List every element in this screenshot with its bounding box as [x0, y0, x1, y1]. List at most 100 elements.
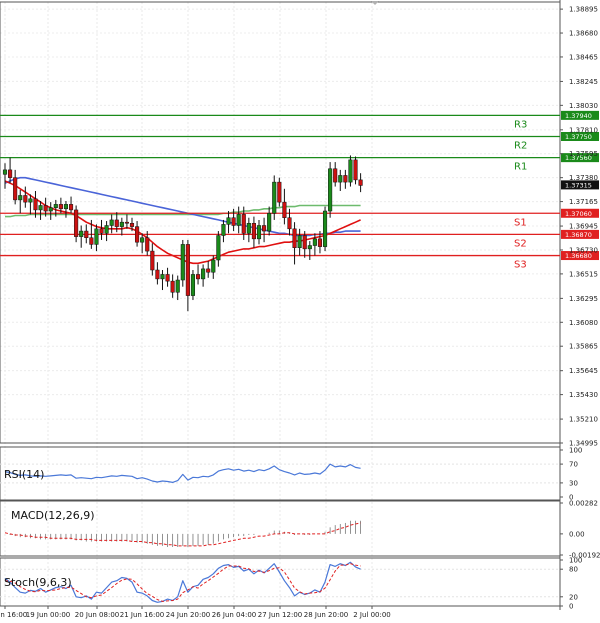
forex-chart[interactable]: R31.37940R21.37750R11.37560S11.37060S21.… — [0, 0, 600, 623]
candle-body — [180, 244, 185, 281]
candle-body — [216, 235, 221, 261]
macd-tick-label: 0.00282 — [569, 500, 598, 508]
rsi-tick-label: 70 — [569, 461, 578, 469]
candle-body — [58, 204, 63, 210]
candle-body — [135, 226, 140, 243]
candle-body — [119, 221, 124, 227]
candle-body — [297, 235, 302, 249]
candle-body — [343, 175, 348, 183]
price-tick-label: 1.38245 — [569, 78, 598, 86]
candle-body — [175, 279, 180, 293]
candle-body — [211, 259, 216, 273]
candle-body — [302, 235, 307, 250]
time-tick-label: 19 Jun 00:00 — [26, 611, 70, 619]
candle-body — [221, 224, 226, 236]
candle-body — [277, 181, 282, 203]
time-tick-label: 24 Jun 20:00 — [166, 611, 210, 619]
level-label-s2: S2 — [514, 238, 527, 249]
price-tick-label: 1.38030 — [569, 102, 598, 110]
candle — [328, 162, 333, 218]
candle-body — [28, 198, 33, 203]
time-tick-label: 26 Jun 04:00 — [212, 611, 256, 619]
candle-body — [282, 201, 287, 218]
price-tick-label: 1.38680 — [569, 30, 598, 38]
candle-body — [348, 159, 353, 183]
current-price-label: 1.37315 — [565, 181, 592, 189]
candle — [190, 270, 196, 301]
candle-body — [201, 268, 206, 280]
price-tick-label: 1.35430 — [569, 391, 598, 399]
time-tick-label: 2 Jul 00:00 — [353, 611, 391, 619]
price-tick-label: 1.36945 — [569, 223, 598, 231]
candle-body — [241, 214, 246, 234]
candle-body — [185, 244, 190, 296]
candle-body — [190, 274, 196, 296]
candle-body — [33, 198, 38, 211]
price-tick-label: 1.36295 — [569, 295, 598, 303]
rsi-label: RSI(14) — [4, 468, 44, 481]
candle — [74, 205, 79, 243]
stoch-tick-label: 0 — [569, 603, 573, 611]
candle-body — [206, 268, 211, 273]
candle-body — [23, 195, 28, 203]
candle-body — [312, 238, 317, 246]
stoch-tick-label: 80 — [569, 566, 578, 574]
candle-body — [160, 274, 165, 280]
candle-body — [150, 250, 155, 271]
candle-body — [165, 274, 170, 282]
price-tick-label: 1.38895 — [569, 6, 598, 14]
candle-body — [333, 168, 338, 183]
candle-body — [38, 205, 43, 211]
candle-body — [68, 204, 74, 211]
candle — [322, 206, 328, 252]
level-tag-text: 1.37060 — [565, 210, 592, 218]
candle-body — [231, 217, 236, 226]
candle-body — [74, 209, 79, 237]
candle-body — [272, 181, 277, 214]
candle-body — [307, 245, 312, 250]
candle-body — [256, 225, 262, 240]
price-tick-label: 1.36080 — [569, 319, 598, 327]
candle-body — [63, 204, 69, 210]
price-tick-label: 1.35210 — [569, 416, 598, 424]
candle-body — [13, 177, 18, 201]
level-label-r2: R2 — [514, 140, 527, 151]
price-tick-label: 1.36730 — [569, 246, 598, 254]
candle-body — [48, 207, 53, 212]
stoch-tick-label: 20 — [569, 593, 578, 601]
candle-body — [89, 237, 94, 245]
candle-body — [18, 195, 23, 201]
price-tick-label: 1.36515 — [569, 270, 598, 278]
time-tick-label: 27 Jun 12:00 — [258, 611, 302, 619]
level-tag-text: 1.37940 — [565, 112, 592, 120]
candle-body — [322, 210, 328, 247]
candle-body — [251, 223, 256, 240]
level-label-s3: S3 — [514, 260, 527, 271]
candle — [272, 175, 277, 220]
candle-body — [8, 169, 13, 178]
time-tick-label: 28 Jun 20:00 — [304, 611, 348, 619]
candle-body — [43, 205, 48, 212]
candle — [180, 239, 185, 287]
price-tick-label: 1.37810 — [569, 126, 598, 134]
price-tick-label: 1.37165 — [569, 198, 598, 206]
price-tick-label: 1.35645 — [569, 367, 598, 375]
candle-body — [262, 225, 267, 232]
candle-body — [236, 214, 241, 226]
candle-body — [84, 230, 89, 238]
candle-body — [99, 228, 104, 234]
level-label-r3: R3 — [514, 119, 527, 130]
candle-body — [79, 230, 84, 237]
stoch-tick-label: 100 — [569, 557, 582, 565]
price-tick-label: 1.38465 — [569, 53, 598, 61]
candle-body — [114, 219, 119, 227]
candle-body — [94, 228, 99, 245]
candle — [277, 177, 282, 207]
price-tick-label: 1.37595 — [569, 150, 598, 158]
time-tick-label: 18 Jun 16:00 — [0, 611, 27, 619]
rsi-tick-label: 100 — [569, 447, 582, 455]
candle-body — [104, 225, 109, 234]
candle-body — [140, 237, 145, 243]
candle-body — [2, 169, 8, 175]
macd-tick-label: 0.00 — [569, 530, 585, 538]
